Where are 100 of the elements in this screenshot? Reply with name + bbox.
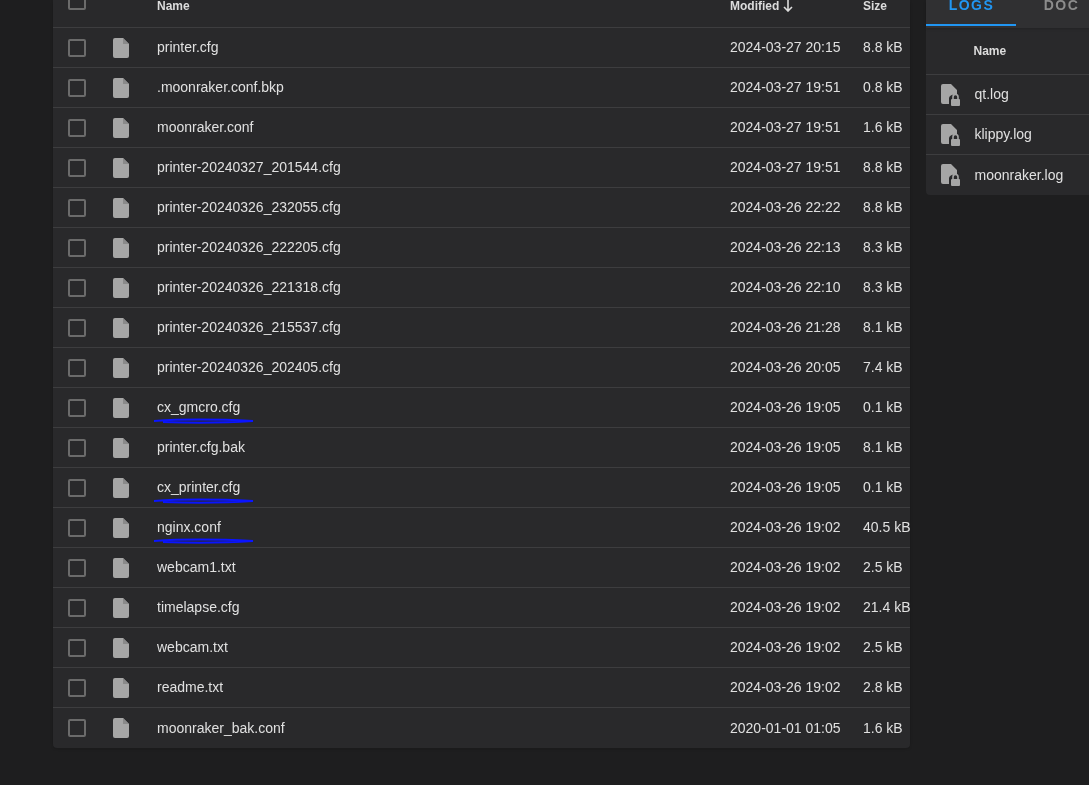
file-name[interactable]: .moonraker.conf.bkp [157,79,284,95]
modified-date: 2024-03-26 20:05 [730,359,841,375]
file-name[interactable]: printer-20240326_232055.cfg [157,199,341,215]
file-name[interactable]: readme.txt [157,679,224,695]
file-icon [113,277,129,298]
checkbox[interactable] [68,38,86,57]
file-icon [113,597,129,618]
column-header[interactable]: Size [863,0,887,12]
file-name[interactable]: moonraker_bak.conf [157,719,285,736]
file-icon [113,477,129,498]
modified-date: 2024-03-26 19:02 [730,679,841,695]
file-name[interactable]: printer-20240326_222205.cfg [157,239,341,255]
checkbox[interactable] [68,638,86,657]
file-size: 21.4 kB [863,599,911,615]
file-icon [113,157,129,178]
file-size: 2.5 kB [863,559,903,575]
file-icon [113,517,129,538]
file-icon [113,237,129,258]
modified-date: 2024-03-26 22:13 [730,239,841,255]
file-name[interactable]: nginx.conf [157,519,221,535]
panel-tab[interactable]: LOGS [926,0,1017,26]
checkbox[interactable] [68,678,86,697]
checkbox[interactable] [68,398,86,417]
checkbox[interactable] [68,238,86,257]
modified-date: 2024-03-26 19:02 [730,519,841,535]
file-icon [113,77,129,98]
checkbox[interactable] [68,478,86,497]
log-file-name[interactable]: qt.log [974,84,1009,105]
file-name[interactable]: cx_gmcro.cfg [157,399,241,415]
checkbox[interactable] [68,78,86,97]
checkbox[interactable] [68,598,86,617]
file-name[interactable]: printer-20240327_201544.cfg [157,159,341,175]
checkbox[interactable] [68,438,86,457]
file-icon [113,557,129,578]
file-icon [113,317,129,338]
modified-date: 2024-03-26 22:10 [730,279,841,295]
file-name[interactable]: webcam.txt [157,639,228,655]
modified-date: 2020-01-01 01:05 [730,719,841,736]
file-size: 1.6 kB [863,719,903,736]
file-name[interactable]: printer-20240326_221318.cfg [157,279,341,295]
column-header[interactable]: Name [973,42,1007,60]
modified-date: 2024-03-26 19:05 [730,399,841,415]
file-name[interactable]: webcam1.txt [157,559,236,575]
file-name[interactable]: printer.cfg.bak [157,439,245,455]
file-name[interactable]: timelapse.cfg [157,599,240,615]
modified-date: 2024-03-26 19:02 [730,599,841,615]
file-name[interactable]: printer.cfg [157,39,219,55]
file-size: 2.5 kB [863,639,903,655]
modified-date: 2024-03-26 21:28 [730,319,841,335]
modified-date: 2024-03-26 22:22 [730,199,841,215]
file-size: 8.3 kB [863,239,903,255]
file-name[interactable]: cx_printer.cfg [157,479,241,495]
modified-date: 2024-03-27 19:51 [730,159,841,175]
file-size: 0.8 kB [863,79,903,95]
file-icon [113,37,129,58]
file-icon [113,397,129,418]
column-header[interactable]: Modified [730,0,780,12]
file-icon [113,677,129,698]
file-icon [113,637,129,658]
file-icon [113,718,129,738]
modified-date: 2024-03-26 19:02 [730,559,841,575]
file-name[interactable]: moonraker.conf [157,119,254,135]
locked-file-icon [941,83,962,106]
file-icon [113,437,129,458]
file-size: 8.8 kB [863,199,903,215]
file-size: 1.6 kB [863,119,903,135]
checkbox[interactable] [68,278,86,297]
log-file-name[interactable]: klippy.log [974,124,1032,145]
file-size: 40.5 kB [863,519,911,535]
file-name[interactable]: printer-20240326_202405.cfg [157,359,341,375]
checkbox[interactable] [68,198,86,217]
file-icon [113,197,129,218]
checkbox[interactable] [68,719,86,737]
file-size: 0.1 kB [863,479,903,495]
modified-date: 2024-03-27 20:15 [730,39,841,55]
checkbox[interactable] [68,518,86,537]
file-name[interactable]: printer-20240326_215537.cfg [157,319,341,335]
modified-date: 2024-03-26 19:05 [730,479,841,495]
modified-date: 2024-03-27 19:51 [730,119,841,135]
sort-down-icon[interactable] [783,0,794,12]
checkbox[interactable] [68,158,86,177]
file-icon [113,117,129,138]
file-size: 2.8 kB [863,679,903,695]
file-size: 7.4 kB [863,359,903,375]
file-size: 8.1 kB [863,439,903,455]
log-file-name[interactable]: moonraker.log [974,164,1064,186]
checkbox[interactable] [68,558,86,577]
checkbox[interactable] [68,318,86,337]
modified-date: 2024-03-26 19:02 [730,639,841,655]
panel-tab[interactable]: DOC [1016,0,1089,26]
checkbox[interactable] [68,118,86,137]
modified-date: 2024-03-26 19:05 [730,439,841,455]
locked-file-icon [941,123,962,146]
file-size: 8.8 kB [863,159,903,175]
file-size: 8.8 kB [863,39,903,55]
checkbox[interactable] [68,358,86,377]
file-size: 8.3 kB [863,279,903,295]
column-header[interactable]: Name [157,0,190,12]
modified-date: 2024-03-27 19:51 [730,79,841,95]
file-size: 0.1 kB [863,399,903,415]
